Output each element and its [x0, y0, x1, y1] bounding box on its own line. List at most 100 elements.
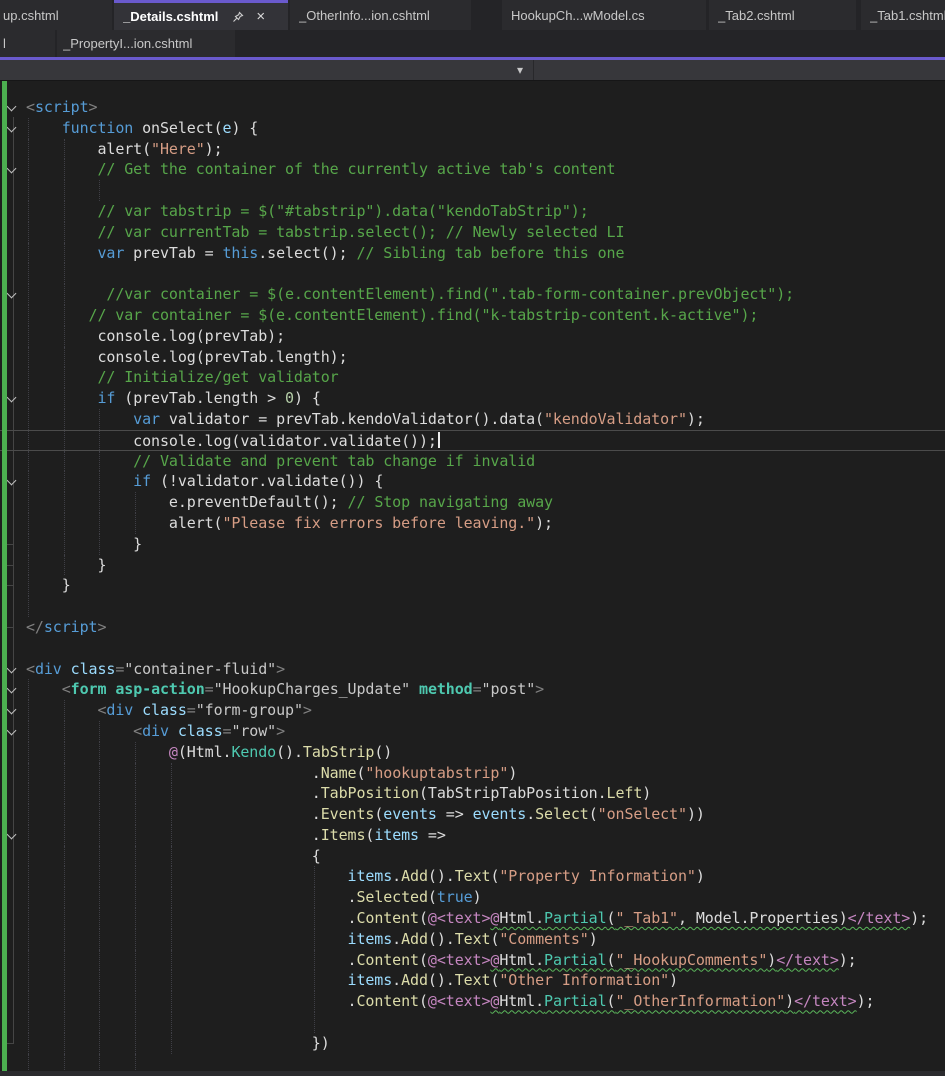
- code-line[interactable]: <script>: [0, 97, 945, 118]
- indent-guide: [170, 824, 172, 846]
- indent-guide: [170, 928, 172, 950]
- code-line[interactable]: //var container = $(e.contentElement).fi…: [0, 284, 945, 305]
- code-line[interactable]: [0, 1012, 945, 1033]
- code-line[interactable]: if (prevTab.length > 0) {: [0, 388, 945, 409]
- token-default: ().: [427, 867, 455, 886]
- fold-chevron-down-icon[interactable]: [6, 829, 17, 840]
- fold-chevron-down-icon[interactable]: [6, 683, 17, 694]
- fold-chevron-down-icon[interactable]: [6, 163, 17, 174]
- code-line[interactable]: </script>: [0, 617, 945, 638]
- code-line[interactable]: alert("Please fix errors before leaving.…: [0, 512, 945, 534]
- code-line[interactable]: items.Add().Text("Other Information"): [0, 970, 945, 992]
- indent-guide: [28, 430, 29, 450]
- indent-guide: [313, 1012, 315, 1033]
- document-tab[interactable]: _Tab2.cshtml: [709, 0, 856, 30]
- indent-guide: [28, 908, 29, 929]
- code-line-text: e.preventDefault(); // Stop navigating a…: [26, 493, 553, 511]
- code-line[interactable]: console.log(prevTab);: [0, 325, 945, 347]
- code-line[interactable]: .Content(@<text>@Html.Partial("_HookupCo…: [0, 949, 945, 971]
- document-tab[interactable]: up.cshtml: [0, 0, 112, 30]
- close-icon[interactable]: ×: [256, 9, 265, 24]
- horizontal-scrollbar[interactable]: [0, 1071, 945, 1076]
- token-keyword: this: [222, 243, 259, 262]
- indent-guide: [28, 554, 29, 576]
- document-tab[interactable]: _Tab1.cshtml: [861, 0, 945, 30]
- code-line[interactable]: .Items(items =>: [0, 824, 945, 846]
- code-line[interactable]: var validator = prevTab.kendoValidator()…: [0, 408, 945, 430]
- code-line[interactable]: e.preventDefault(); // Stop navigating a…: [0, 492, 945, 513]
- code-line[interactable]: .TabPosition(TabStripTabPosition.Left): [0, 783, 945, 805]
- code-line[interactable]: <div class="container-fluid">: [0, 659, 945, 680]
- code-line-text: // var tabstrip = $("#tabstrip").data("k…: [26, 202, 588, 220]
- code-line[interactable]: // Get the container of the currently ac…: [0, 159, 945, 181]
- token-default: (: [418, 992, 428, 1011]
- code-line[interactable]: items.Add().Text("Comments"): [0, 928, 945, 950]
- document-tab[interactable]: _OtherInfo...ion.cshtml: [290, 0, 471, 30]
- code-line[interactable]: }): [0, 1032, 945, 1054]
- code-line[interactable]: {: [0, 845, 945, 867]
- fold-chevron-down-icon[interactable]: [6, 122, 17, 133]
- code-line[interactable]: [0, 180, 945, 201]
- code-lines[interactable]: <script> function onSelect(e) { alert("H…: [0, 97, 945, 1075]
- code-line[interactable]: // Initialize/get validator: [0, 367, 945, 389]
- code-line[interactable]: .Name("hookuptabstrip"): [0, 762, 945, 784]
- code-line[interactable]: }: [0, 554, 945, 576]
- fold-chevron-down-icon[interactable]: [6, 704, 17, 715]
- indent-guide: [313, 970, 315, 992]
- fold-chevron-down-icon[interactable]: [6, 288, 17, 299]
- code-line[interactable]: console.log(prevTab.length);: [0, 346, 945, 368]
- code-line[interactable]: <div class="row">: [0, 720, 945, 742]
- code-line-text: if (prevTab.length > 0) {: [26, 389, 320, 408]
- fold-chevron-down-icon[interactable]: [6, 392, 17, 403]
- fold-chevron-down-icon[interactable]: [6, 725, 17, 736]
- code-line[interactable]: .Content(@<text>@Html.Partial("_Tab1", M…: [0, 908, 945, 929]
- code-line[interactable]: }: [0, 533, 945, 555]
- code-editor[interactable]: <script> function onSelect(e) { alert("H…: [0, 81, 945, 1076]
- token-method: Add: [401, 867, 428, 886]
- token-default: .: [311, 825, 321, 844]
- code-line[interactable]: console.log(validator.validate());: [0, 429, 945, 451]
- indent-guide: [313, 908, 315, 929]
- code-line[interactable]: function onSelect(e) {: [0, 117, 945, 139]
- code-line[interactable]: // var container = $(e.contentElement).f…: [0, 304, 945, 326]
- dropdown-arrow-icon[interactable]: ▾: [510, 61, 530, 80]
- document-tab[interactable]: l: [0, 30, 55, 57]
- code-line[interactable]: .Content(@<text>@Html.Partial("_OtherInf…: [0, 991, 945, 1013]
- code-line[interactable]: [0, 638, 945, 659]
- document-tab[interactable]: HookupCh...wModel.cs: [502, 0, 706, 30]
- code-line[interactable]: }: [0, 575, 945, 597]
- indent-guide: [63, 824, 65, 846]
- pin-icon[interactable]: [232, 11, 244, 23]
- token-default: validator = prevTab.kendoValidator().dat…: [159, 409, 544, 428]
- code-line[interactable]: <form asp-action="HookupCharges_Update" …: [0, 679, 945, 701]
- code-line[interactable]: [0, 263, 945, 285]
- token-default: ): [642, 784, 652, 803]
- code-line[interactable]: if (!validator.validate()) {: [0, 471, 945, 493]
- tab-label: _Tab2.cshtml: [718, 7, 795, 23]
- code-line[interactable]: alert("Here");: [0, 138, 945, 160]
- fold-region-end-tick: [6, 585, 14, 587]
- code-line[interactable]: <div class="form-group">: [0, 700, 945, 721]
- code-line[interactable]: var prevTab = this.select(); // Sibling …: [0, 242, 945, 264]
- document-tab[interactable]: _PropertyI...ion.cshtml: [57, 30, 235, 57]
- token-default: (prevTab.length >: [115, 389, 286, 408]
- fold-chevron-down-icon[interactable]: [6, 475, 17, 486]
- code-line[interactable]: items.Add().Text("Property Information"): [0, 866, 945, 888]
- fold-chevron-down-icon[interactable]: [6, 663, 17, 673]
- code-line[interactable]: .Selected(true): [0, 887, 945, 909]
- token-default: (: [588, 805, 598, 824]
- token-keyword: div: [106, 701, 134, 720]
- token-attrval: "row": [231, 721, 277, 740]
- code-line[interactable]: // var currentTab = tabstrip.select(); /…: [0, 221, 945, 243]
- document-tab[interactable]: _Details.cshtml ×: [114, 0, 288, 30]
- code-line[interactable]: // var tabstrip = $("#tabstrip").data("k…: [0, 200, 945, 222]
- indent-guide: [28, 991, 29, 1013]
- indent-guide: [28, 824, 29, 846]
- code-line[interactable]: .Events(events => events.Select("onSelec…: [0, 804, 945, 825]
- code-line[interactable]: @(Html.Kendo().TabStrip(): [0, 741, 945, 763]
- indent-guide: [135, 928, 137, 950]
- token-param: events: [383, 805, 437, 824]
- code-line[interactable]: // Validate and prevent tab change if in…: [0, 450, 945, 472]
- code-line[interactable]: [0, 596, 945, 617]
- fold-chevron-down-icon[interactable]: [6, 101, 17, 112]
